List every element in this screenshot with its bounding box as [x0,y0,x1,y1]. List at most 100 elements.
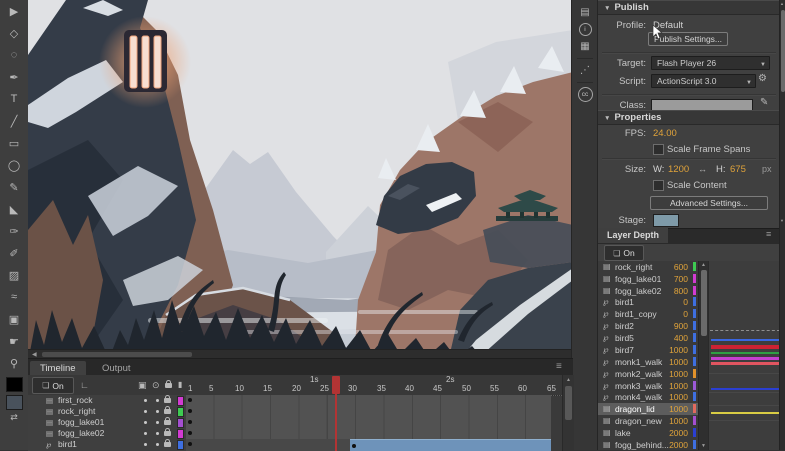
depth-value[interactable]: 1000 [654,381,688,391]
visibility-dot[interactable] [144,443,147,446]
visibility-dot[interactable] [144,421,147,424]
visibility-dot[interactable] [144,432,147,435]
lock-icon[interactable] [164,431,171,436]
rectangle-tool-button[interactable]: ▭ [0,132,28,154]
frame-row[interactable] [186,439,551,451]
layer-depth-row[interactable]: ℘bird2900 [598,320,698,332]
oval-tool-button[interactable]: ◯ [0,154,28,176]
width-tool-button[interactable]: ≈ [0,286,28,308]
layer-depth-row[interactable]: ▤dragon_new1000 [598,415,698,427]
lasso-tool-button[interactable]: ◌ [0,44,28,66]
link-dimensions-icon[interactable]: ↔ [698,164,707,174]
scale-content-checkbox[interactable] [653,180,664,191]
eye-column-icon[interactable]: ⊙ [152,380,160,391]
panel-menu-icon[interactable]: ≡ [766,229,771,239]
tab-output[interactable]: Output [92,361,141,375]
layer-depth-row[interactable]: ℘bird10 [598,296,698,308]
zoom-tool-button[interactable]: ⚲ [0,352,28,374]
depth-value[interactable]: 1000 [654,416,688,426]
camera-tool-button[interactable]: ▣ [0,308,28,330]
selection-tool-button[interactable]: ▶ [0,0,28,22]
lock-icon[interactable] [164,409,171,414]
depth-value[interactable]: 800 [654,286,688,296]
layer-depth-row[interactable]: ▤fogg_behind...2000 [598,439,698,451]
creative-cloud-icon[interactable]: cc [572,86,598,103]
timeline-layer-row[interactable]: ℘bird1 [28,439,186,451]
fill-color-swatch[interactable] [6,395,23,410]
depth-value[interactable]: 600 [654,262,688,272]
depth-value[interactable]: 400 [654,333,688,343]
align-panel-icon[interactable]: ▦ [572,38,598,55]
layer-depth-row[interactable]: ℘monk4_walk1000 [598,391,698,403]
right-panel-scrollbar[interactable]: ▲ ▼ [779,0,785,450]
playhead-line[interactable] [335,377,337,451]
eyedropper-tool-button[interactable]: ✐ [0,242,28,264]
properties-panel-icon[interactable]: ▤ [572,4,598,21]
outline-dot[interactable] [156,443,159,446]
frame-ruler[interactable]: 1s 2s 1 5 10 15 20 25 30 35 40 45 50 55 … [186,375,562,396]
line-tool-button[interactable]: ╱ [0,110,28,132]
tab-timeline[interactable]: Timeline [30,361,86,375]
pen-tool-button[interactable]: ✒ [0,66,28,88]
outline-dot[interactable] [156,421,159,424]
brush-tool-button[interactable]: ✎ [0,176,28,198]
layer-depth-row[interactable]: ℘bird71000 [598,344,698,356]
outline-dot[interactable] [156,410,159,413]
camera-column-icon[interactable]: ▣ [138,380,147,391]
timeline-depth-on-button[interactable]: ❏ On [32,377,74,394]
ink-bottle-tool-button[interactable]: ✑ [0,220,28,242]
publish-section-header[interactable]: ▼Publish [598,0,780,15]
eraser-tool-button[interactable]: ▨ [0,264,28,286]
depth-value[interactable]: 1000 [654,392,688,402]
lock-icon[interactable] [164,398,171,403]
depth-value[interactable]: 1000 [654,345,688,355]
layer-depth-row-selected[interactable]: ▤dragon_lid1000 [598,403,698,415]
depth-value[interactable]: 1000 [654,369,688,379]
depth-value[interactable]: 2000 [654,440,688,450]
tween-span[interactable] [350,439,551,451]
properties-section-header[interactable]: ▼Properties [598,110,780,125]
paint-bucket-tool-button[interactable]: ◣ [0,198,28,220]
tab-layer-depth[interactable]: Layer Depth [598,228,668,243]
layer-depth-row[interactable]: ℘bird1_copy0 [598,308,698,320]
visibility-dot[interactable] [144,410,147,413]
advanced-settings-button[interactable]: Advanced Settings... [650,196,768,210]
outline-dot[interactable] [156,399,159,402]
layer-depth-row[interactable]: ▤rock_right600 [598,261,698,273]
class-edit-pencil-icon[interactable]: ✎ [760,97,768,108]
graph-editor-icon[interactable]: ∟ [80,380,89,390]
free-transform-tool-button[interactable]: ◇ [0,22,28,44]
hscroll-thumb[interactable] [42,352,192,357]
height-value[interactable]: 675 [730,164,746,175]
timeline-vscrollbar[interactable]: ▲ [562,375,574,451]
stage-canvas[interactable] [28,0,573,362]
outline-dot[interactable] [156,432,159,435]
layer-depth-row[interactable]: ℘bird5400 [598,332,698,344]
depth-value[interactable]: 1000 [654,404,688,414]
target-dropdown[interactable]: Flash Player 26 ▼ [651,56,770,70]
scroll-left-icon[interactable]: ◀ [32,351,37,358]
hand-tool-button[interactable]: ☛ [0,330,28,352]
width-value[interactable]: 1200 [668,164,689,175]
outline-column-icon[interactable]: ▮ [178,380,182,389]
script-settings-wrench-icon[interactable]: ⚙ [758,73,767,84]
panel-menu-icon[interactable]: ≡ [556,361,562,372]
stage-color-swatch[interactable] [653,214,679,227]
lock-icon[interactable] [164,442,171,447]
lock-icon[interactable] [164,420,171,425]
depth-value[interactable]: 1000 [654,357,688,367]
visibility-dot[interactable] [144,399,147,402]
depth-value[interactable]: 700 [654,274,688,284]
depth-value[interactable]: 0 [654,309,688,319]
fps-value[interactable]: 24.00 [653,128,677,139]
motion-panel-icon[interactable]: ⋰ [572,62,598,79]
stroke-color-swatch[interactable] [6,377,23,392]
layer-depth-on-button[interactable]: ❏ On [604,245,644,261]
depth-value[interactable]: 0 [654,297,688,307]
depth-graph[interactable] [708,261,781,450]
depth-value[interactable]: 2000 [654,428,688,438]
layer-depth-row[interactable]: ▤fogg_lake01700 [598,273,698,285]
info-panel-icon[interactable]: i [572,21,598,38]
swap-colors-button[interactable]: ⇄ [0,410,28,424]
layer-depth-row[interactable]: ℘monk1_walk1000 [598,356,698,368]
